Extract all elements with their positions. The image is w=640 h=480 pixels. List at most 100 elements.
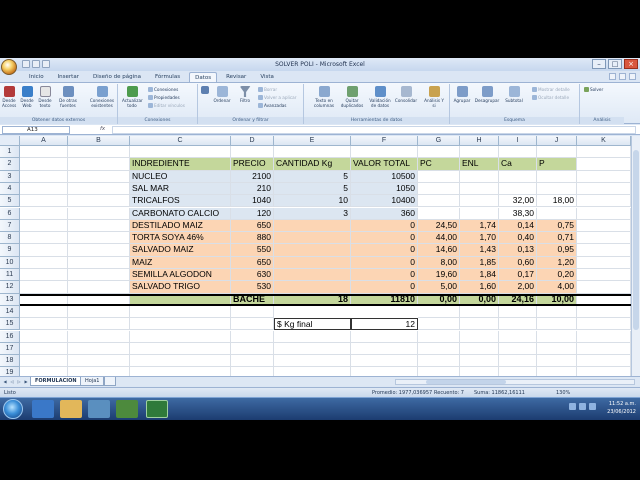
- table-cell[interactable]: TRICALFOS: [130, 195, 231, 208]
- empty-cell[interactable]: [68, 232, 130, 245]
- tab-revisar[interactable]: Revisar: [221, 72, 251, 82]
- empty-cell[interactable]: [20, 342, 68, 356]
- empty-cell[interactable]: [130, 318, 231, 331]
- table-cell[interactable]: 10500: [351, 170, 418, 183]
- empty-cell[interactable]: [20, 269, 68, 282]
- empty-cell[interactable]: [130, 342, 231, 356]
- ungroup-button[interactable]: Desagrupar: [474, 86, 500, 103]
- table-header-cell[interactable]: PRECIO: [231, 158, 274, 171]
- connections-button[interactable]: Conexiones: [148, 87, 178, 93]
- row-header-5[interactable]: 5: [0, 195, 20, 208]
- empty-cell[interactable]: [577, 269, 631, 282]
- vertical-scrollbar[interactable]: [631, 136, 640, 376]
- empty-cell[interactable]: [20, 219, 68, 233]
- data-validation-button[interactable]: Validación de datos: [368, 86, 392, 108]
- app-icon[interactable]: [116, 400, 138, 418]
- empty-cell[interactable]: [577, 207, 631, 220]
- empty-cell[interactable]: [68, 330, 130, 343]
- help-icon[interactable]: [609, 73, 616, 80]
- row-header-7[interactable]: 7: [0, 219, 20, 233]
- from-text-button[interactable]: Desde texto: [38, 86, 52, 108]
- table-cell[interactable]: [460, 170, 499, 183]
- from-web-button[interactable]: Desde Web: [20, 86, 34, 108]
- row-header-16[interactable]: 16: [0, 330, 20, 343]
- empty-cell[interactable]: [418, 330, 460, 343]
- table-cell[interactable]: 5,00: [418, 281, 460, 294]
- table-cell[interactable]: [537, 207, 577, 220]
- hide-detail-button[interactable]: Ocultar detalle: [532, 95, 569, 101]
- table-cell[interactable]: 1,70: [460, 232, 499, 245]
- group-button[interactable]: Agrupar: [452, 86, 472, 103]
- empty-cell[interactable]: [351, 367, 418, 376]
- minimize-button[interactable]: –: [592, 59, 606, 69]
- empty-cell[interactable]: [577, 318, 631, 331]
- volume-icon[interactable]: [579, 403, 586, 410]
- total-value-cell[interactable]: 18: [274, 293, 351, 306]
- network-icon[interactable]: [569, 403, 576, 410]
- table-header-cell[interactable]: VALOR TOTAL: [351, 158, 418, 171]
- horizontal-scroll-thumb[interactable]: [426, 380, 506, 384]
- empty-cell[interactable]: [499, 318, 537, 331]
- empty-cell[interactable]: [499, 342, 537, 356]
- empty-cell[interactable]: [231, 342, 274, 356]
- empty-cell[interactable]: [577, 305, 631, 319]
- empty-cell[interactable]: [130, 355, 231, 368]
- empty-cell[interactable]: [577, 244, 631, 257]
- empty-cell[interactable]: [537, 146, 577, 159]
- empty-cell[interactable]: [20, 244, 68, 257]
- row-header-4[interactable]: 4: [0, 182, 20, 196]
- refresh-all-button[interactable]: Actualizar todo: [122, 86, 143, 108]
- table-cell[interactable]: 550: [231, 244, 274, 257]
- table-cell[interactable]: [418, 195, 460, 208]
- table-cell[interactable]: [274, 244, 351, 257]
- empty-cell[interactable]: [418, 342, 460, 356]
- empty-cell[interactable]: [499, 305, 537, 319]
- table-cell[interactable]: SALVADO MAIZ: [130, 244, 231, 257]
- table-cell[interactable]: 1,84: [460, 269, 499, 282]
- clear-filter-button[interactable]: Borrar: [258, 87, 277, 93]
- empty-cell[interactable]: [577, 342, 631, 356]
- table-cell[interactable]: SAL MAR: [130, 182, 231, 196]
- table-header-cell[interactable]: Ca: [499, 158, 537, 171]
- empty-cell[interactable]: [537, 355, 577, 368]
- row-header-12[interactable]: 12: [0, 281, 20, 294]
- table-cell[interactable]: [460, 182, 499, 196]
- kg-final-value[interactable]: 12: [351, 318, 418, 331]
- next-sheet-icon[interactable]: ▷: [16, 379, 22, 385]
- table-cell[interactable]: NUCLEO: [130, 170, 231, 183]
- table-cell[interactable]: [274, 256, 351, 269]
- show-detail-button[interactable]: Mostrar detalle: [532, 87, 570, 93]
- empty-cell[interactable]: [460, 305, 499, 319]
- col-header-h[interactable]: H: [460, 136, 499, 146]
- empty-cell[interactable]: [460, 330, 499, 343]
- empty-cell[interactable]: [231, 330, 274, 343]
- empty-cell[interactable]: [460, 367, 499, 376]
- table-cell[interactable]: 210: [231, 182, 274, 196]
- table-cell[interactable]: 0,95: [537, 244, 577, 257]
- empty-cell[interactable]: [20, 195, 68, 208]
- table-cell[interactable]: 360: [351, 207, 418, 220]
- new-sheet-icon[interactable]: [104, 377, 116, 386]
- empty-cell[interactable]: [231, 367, 274, 376]
- empty-cell[interactable]: [460, 355, 499, 368]
- table-cell[interactable]: [274, 219, 351, 233]
- empty-cell[interactable]: [68, 182, 130, 196]
- table-cell[interactable]: 1,60: [460, 281, 499, 294]
- clock[interactable]: 11:52 a.m. 23/06/2012: [607, 400, 636, 416]
- table-cell[interactable]: SALVADO TRIGO: [130, 281, 231, 294]
- empty-cell[interactable]: [68, 207, 130, 220]
- empty-cell[interactable]: [231, 146, 274, 159]
- table-cell[interactable]: 650: [231, 219, 274, 233]
- table-cell[interactable]: 0,13: [499, 244, 537, 257]
- empty-cell[interactable]: [577, 170, 631, 183]
- empty-cell[interactable]: [577, 293, 631, 306]
- table-cell[interactable]: 0: [351, 232, 418, 245]
- table-header-cell[interactable]: ENL: [460, 158, 499, 171]
- table-cell[interactable]: [499, 170, 537, 183]
- table-cell[interactable]: DESTILADO MAIZ: [130, 219, 231, 233]
- empty-cell[interactable]: [351, 330, 418, 343]
- kg-final-label[interactable]: $ Kg final: [274, 318, 351, 331]
- total-label[interactable]: BACHE: [231, 293, 274, 306]
- row-header-3[interactable]: 3: [0, 170, 20, 183]
- subtotal-button[interactable]: Subtotal: [502, 86, 526, 103]
